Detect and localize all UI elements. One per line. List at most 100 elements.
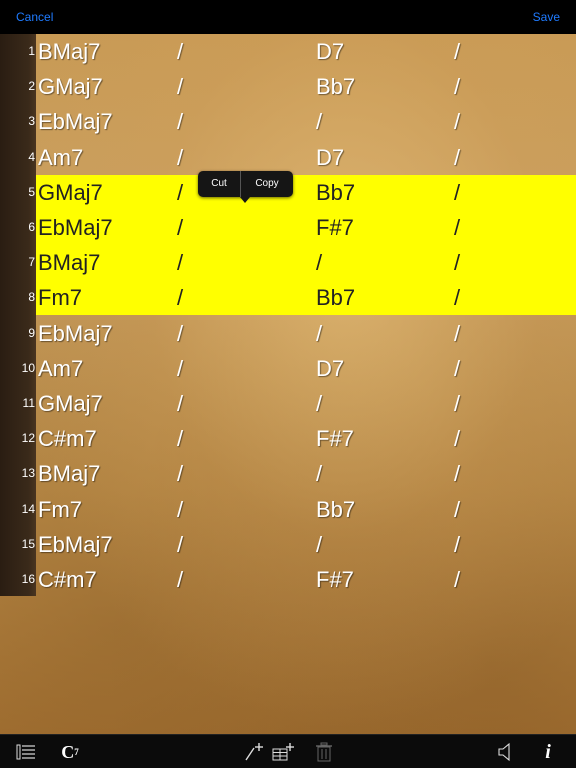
chord-row[interactable]: 7 BMaj7 / / / <box>0 245 576 281</box>
chord-cell[interactable]: F#7 <box>316 210 354 245</box>
chord-cell[interactable]: / <box>454 245 460 280</box>
chord-cell[interactable]: / <box>177 562 183 597</box>
cancel-button[interactable]: Cancel <box>16 10 53 24</box>
chord-cell[interactable]: / <box>454 492 460 527</box>
chord-row[interactable]: 13 BMaj7 / / / <box>0 456 576 491</box>
chord-row[interactable]: 15 EbMaj7 / / / <box>0 527 576 562</box>
chord-cell[interactable]: EbMaj7 <box>38 316 113 351</box>
bottom-toolbar: C7 i <box>0 734 576 768</box>
chord-cell[interactable]: EbMaj7 <box>38 210 113 245</box>
chord-cell[interactable]: / <box>177 456 183 491</box>
chord-cell[interactable]: F#7 <box>316 562 354 597</box>
chord-cell[interactable]: / <box>177 492 183 527</box>
chord-cell[interactable]: / <box>454 562 460 597</box>
chord-row[interactable]: 8 Fm7 / Bb7 / <box>0 280 576 316</box>
chord-cell[interactable]: D7 <box>316 351 344 386</box>
chord-row[interactable]: 9 EbMaj7 / / / <box>0 316 576 351</box>
chord-row[interactable]: 16 C#m7 / F#7 / <box>0 562 576 597</box>
chord-cell[interactable]: / <box>177 175 183 210</box>
chord-icon-sub: 7 <box>74 747 79 757</box>
row-number: 14 <box>21 501 35 516</box>
row-number: 13 <box>21 466 35 481</box>
info-button[interactable]: i <box>536 735 560 768</box>
chord-button[interactable]: C7 <box>52 735 88 768</box>
delete-button[interactable] <box>312 735 336 768</box>
chord-cell[interactable]: Am7 <box>38 140 83 175</box>
chord-cell[interactable]: Bb7 <box>316 492 355 527</box>
edit-popover: Cut Copy <box>198 171 293 203</box>
add-slash-button[interactable] <box>240 735 266 768</box>
chord-cell[interactable]: EbMaj7 <box>38 104 113 139</box>
chord-cell[interactable]: / <box>177 527 183 562</box>
chord-sheet[interactable]: 1 BMaj7/D7/2 GMaj7/Bb7/3 EbMaj7///4 Am7/D7/5… <box>0 34 576 734</box>
chord-cell[interactable]: / <box>316 316 322 351</box>
chord-cell[interactable]: / <box>177 140 183 175</box>
chord-cell[interactable]: C#m7 <box>38 421 97 456</box>
chord-cell[interactable]: / <box>454 316 460 351</box>
chord-cell[interactable]: Bb7 <box>316 280 355 315</box>
chord-cell[interactable]: Am7 <box>38 351 83 386</box>
chord-cell[interactable]: / <box>316 245 322 280</box>
chord-cell[interactable]: / <box>454 456 460 491</box>
add-bar-button[interactable] <box>270 735 296 768</box>
chord-cell[interactable]: / <box>177 421 183 456</box>
chord-cell[interactable]: / <box>177 351 183 386</box>
row-selection-highlight <box>36 245 576 281</box>
chord-cell[interactable]: Fm7 <box>38 280 82 315</box>
chord-cell[interactable]: GMaj7 <box>38 386 103 421</box>
chord-cell[interactable]: / <box>316 456 322 491</box>
chord-row[interactable]: 1 BMaj7 / D7 / <box>0 34 576 69</box>
chord-cell[interactable]: / <box>177 69 183 104</box>
chord-cell[interactable]: / <box>454 140 460 175</box>
chord-cell[interactable]: BMaj7 <box>38 456 100 491</box>
chord-cell[interactable]: BMaj7 <box>38 245 100 280</box>
row-number: 8 <box>28 290 35 305</box>
chord-cell[interactable]: / <box>177 104 183 139</box>
chord-row[interactable]: 14 Fm7 / Bb7 / <box>0 492 576 527</box>
row-selection-highlight <box>36 210 576 245</box>
chord-cell[interactable]: Bb7 <box>316 69 355 104</box>
chord-cell[interactable]: / <box>177 245 183 280</box>
chord-row[interactable]: 6 EbMaj7 / F#7 / <box>0 210 576 245</box>
chord-cell[interactable]: / <box>454 527 460 562</box>
chord-row[interactable]: 11 GMaj7 / / / <box>0 386 576 421</box>
chord-cell[interactable]: GMaj7 <box>38 69 103 104</box>
chord-cell[interactable]: F#7 <box>316 421 354 456</box>
chord-cell[interactable]: / <box>177 386 183 421</box>
chord-cell[interactable]: / <box>454 175 460 210</box>
chord-cell[interactable]: Bb7 <box>316 175 355 210</box>
chord-row[interactable]: 12 C#m7 / F#7 / <box>0 421 576 456</box>
chord-cell[interactable]: / <box>454 280 460 315</box>
chord-cell[interactable]: GMaj7 <box>38 175 103 210</box>
cut-button[interactable]: Cut <box>198 171 240 197</box>
chord-cell[interactable]: / <box>454 210 460 245</box>
chord-row[interactable]: 2 GMaj7 / Bb7 / <box>0 69 576 104</box>
chord-cell[interactable]: / <box>454 104 460 139</box>
chord-cell[interactable]: / <box>316 104 322 139</box>
chord-cell[interactable]: / <box>177 34 183 69</box>
chord-cell[interactable]: EbMaj7 <box>38 527 113 562</box>
sound-button[interactable] <box>494 735 516 768</box>
chord-row[interactable]: 3 EbMaj7 / / / <box>0 104 576 139</box>
chord-cell[interactable]: / <box>454 421 460 456</box>
chord-cell[interactable]: / <box>316 527 322 562</box>
chord-row[interactable]: 4 Am7 / D7 / <box>0 140 576 175</box>
chord-cell[interactable]: Fm7 <box>38 492 82 527</box>
chord-cell[interactable]: / <box>454 351 460 386</box>
chord-cell[interactable]: / <box>177 210 183 245</box>
chord-cell[interactable]: / <box>177 316 183 351</box>
chord-cell[interactable]: / <box>177 280 183 315</box>
chord-cell[interactable]: D7 <box>316 140 344 175</box>
chord-cell[interactable]: / <box>454 34 460 69</box>
chord-cell[interactable]: BMaj7 <box>38 34 100 69</box>
chord-cell[interactable]: / <box>316 386 322 421</box>
copy-button[interactable]: Copy <box>241 171 293 197</box>
chord-cell[interactable]: D7 <box>316 34 344 69</box>
add-bar-icon <box>272 743 294 761</box>
chord-cell[interactable]: / <box>454 69 460 104</box>
chord-row[interactable]: 10 Am7 / D7 / <box>0 351 576 386</box>
chord-cell[interactable]: C#m7 <box>38 562 97 597</box>
list-button[interactable] <box>12 735 40 768</box>
save-button[interactable]: Save <box>533 10 560 24</box>
chord-cell[interactable]: / <box>454 386 460 421</box>
